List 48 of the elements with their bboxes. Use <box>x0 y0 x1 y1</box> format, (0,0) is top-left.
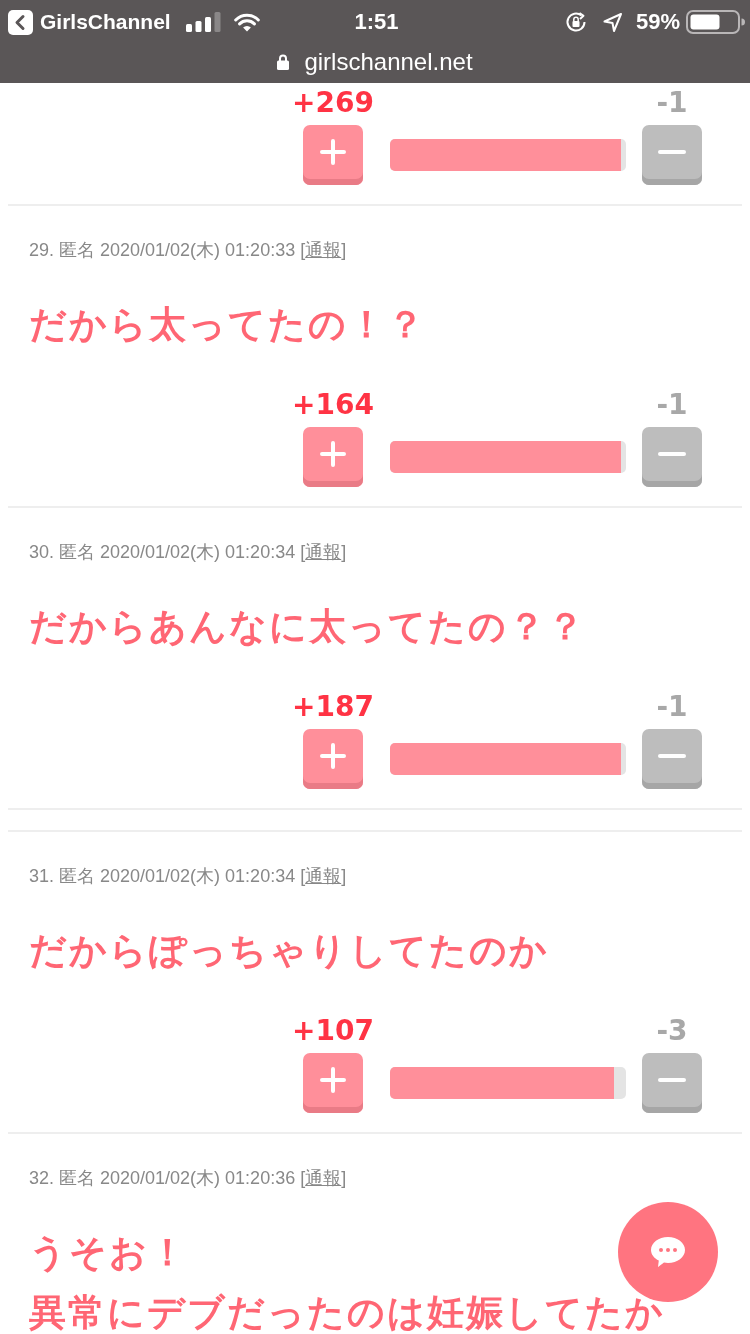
plus-vote-button[interactable] <box>303 729 364 789</box>
plus-count: +187 <box>292 691 374 723</box>
plus-vote-button[interactable] <box>303 1053 364 1113</box>
wifi-icon <box>232 12 261 32</box>
plus-icon <box>320 139 347 165</box>
minus-icon <box>658 1078 686 1082</box>
plus-count: +164 <box>292 389 374 421</box>
comment-meta: 32. 匿名 2020/01/02(木) 01:20:36 [通報] <box>29 1167 348 1190</box>
minus-count: -3 <box>656 1015 688 1047</box>
comment-text: だから太ってたの！？ <box>29 305 426 345</box>
minus-count: -1 <box>656 87 688 119</box>
report-link[interactable]: 通報 <box>305 866 342 886</box>
minus-count: -1 <box>656 389 688 421</box>
minus-vote-button[interactable] <box>642 729 702 789</box>
battery-icon <box>686 10 745 34</box>
minus-icon <box>658 150 686 154</box>
minus-icon <box>658 754 686 758</box>
signal-bars-icon <box>185 12 221 32</box>
minus-count: -1 <box>656 691 688 723</box>
clock-time: 1:51 <box>354 9 399 35</box>
back-to-app-link[interactable]: GirlsChannel <box>8 9 171 35</box>
minus-icon <box>658 452 686 456</box>
report-link[interactable]: 通報 <box>305 240 342 260</box>
comment-text: だからあんなに太ってたの？？ <box>29 607 586 647</box>
plus-count: +269 <box>292 87 374 119</box>
lock-icon <box>277 53 290 70</box>
comment-meta: 30. 匿名 2020/01/02(木) 01:20:34 [通報] <box>29 541 348 564</box>
speech-bubble-icon <box>650 1236 686 1268</box>
report-link[interactable]: 通報 <box>305 1168 342 1188</box>
location-arrow-icon <box>601 11 623 33</box>
comment-text: だからぽっちゃりしてたのか <box>29 931 549 971</box>
comment-meta: 29. 匿名 2020/01/02(木) 01:20:33 [通報] <box>29 239 348 262</box>
plus-vote-button[interactable] <box>303 125 364 185</box>
report-link[interactable]: 通報 <box>305 542 342 562</box>
plus-icon <box>320 743 347 769</box>
minus-vote-button[interactable] <box>642 1053 702 1113</box>
minus-vote-button[interactable] <box>642 125 702 185</box>
rotation-lock-icon <box>564 11 587 33</box>
comment-text: 異常にデブだったのは妊娠してたか <box>29 1293 665 1333</box>
comment-meta: 31. 匿名 2020/01/02(木) 01:20:34 [通報] <box>29 865 348 888</box>
comment-text: うそお！ <box>29 1233 188 1273</box>
plus-vote-button[interactable] <box>303 427 364 487</box>
minus-vote-button[interactable] <box>642 427 702 487</box>
plus-icon <box>320 1067 347 1093</box>
plus-count: +107 <box>292 1015 374 1047</box>
plus-icon <box>320 441 347 467</box>
address-url[interactable]: girlschannel.net <box>304 47 473 76</box>
battery-percent: 59% <box>635 9 680 35</box>
